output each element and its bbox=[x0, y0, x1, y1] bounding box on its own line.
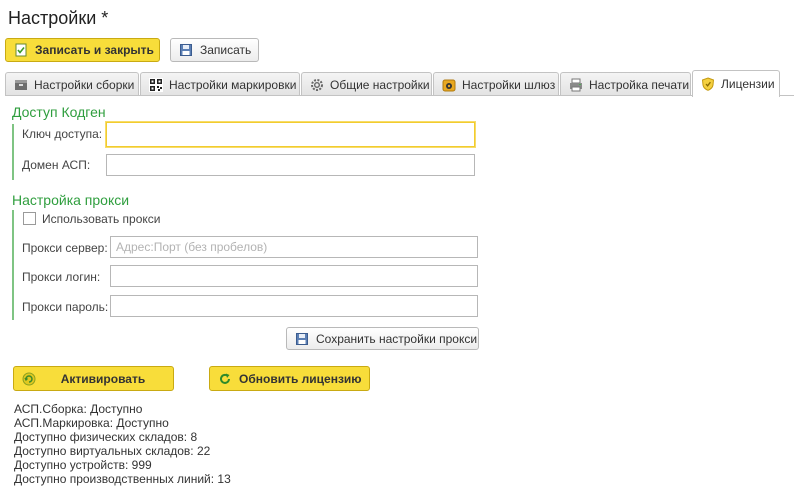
box-icon bbox=[14, 78, 28, 92]
printer-icon bbox=[569, 78, 583, 92]
tab-label: Общие настройки bbox=[330, 77, 430, 92]
proxy-login-input[interactable] bbox=[110, 265, 478, 287]
license-info-line: АСП.Маркировка: Доступно bbox=[14, 416, 169, 430]
gear-icon bbox=[310, 78, 324, 92]
qr-code-icon bbox=[149, 77, 163, 92]
refresh-license-label: Обновить лицензию bbox=[239, 371, 362, 386]
save-and-close-button[interactable]: Записать и закрыть bbox=[5, 38, 160, 62]
use-proxy-label: Использовать прокси bbox=[42, 212, 161, 226]
tab-gateway-settings[interactable]: Настройки шлюз bbox=[433, 72, 559, 96]
access-key-input[interactable] bbox=[106, 122, 475, 147]
license-info-line: АСП.Сборка: Доступно bbox=[14, 402, 143, 416]
activate-button[interactable]: Активировать bbox=[13, 366, 174, 391]
access-section-title: Доступ Кодген bbox=[12, 104, 106, 120]
document-check-icon bbox=[14, 43, 28, 57]
access-section-bar bbox=[12, 124, 14, 180]
proxy-section-bar bbox=[12, 210, 14, 320]
tab-build-settings[interactable]: Настройки сборки bbox=[5, 72, 139, 96]
proxy-password-input[interactable] bbox=[110, 295, 478, 317]
access-key-label: Ключ доступа: bbox=[22, 127, 103, 141]
proxy-server-input[interactable] bbox=[110, 236, 478, 258]
tab-label: Лицензии bbox=[721, 77, 775, 91]
tab-marking-settings[interactable]: Настройки маркировки bbox=[140, 72, 300, 96]
proxy-server-label: Прокси сервер: bbox=[22, 241, 108, 255]
window-title: Настройки * bbox=[8, 8, 109, 28]
floppy-disk-icon bbox=[179, 43, 193, 57]
use-proxy-checkbox[interactable] bbox=[23, 212, 36, 225]
refresh-license-button[interactable]: Обновить лицензию bbox=[209, 366, 370, 391]
tab-label: Настройки маркировки bbox=[169, 77, 297, 92]
license-info-line: Доступно устройств: 999 bbox=[14, 458, 152, 472]
save-label: Записать bbox=[200, 43, 252, 57]
gateway-icon bbox=[442, 78, 456, 92]
save-proxy-settings-button[interactable]: Сохранить настройки прокси bbox=[286, 327, 479, 350]
domain-label: Домен АСП: bbox=[22, 158, 91, 172]
license-info-line: Доступно физических складов: 8 bbox=[14, 430, 198, 444]
save-and-close-label: Записать и закрыть bbox=[35, 43, 154, 57]
tab-general-settings[interactable]: Общие настройки bbox=[301, 72, 432, 96]
domain-input[interactable] bbox=[106, 154, 475, 176]
tab-label: Настройки шлюз bbox=[462, 77, 556, 92]
tab-bar: Настройки сборки Настройки маркировки Об… bbox=[5, 70, 794, 97]
license-info-line: Доступно виртуальных складов: 22 bbox=[14, 444, 211, 458]
proxy-login-label: Прокси логин: bbox=[22, 270, 101, 284]
save-proxy-settings-label: Сохранить настройки прокси bbox=[316, 331, 478, 346]
activate-label: Активировать bbox=[60, 371, 146, 386]
tab-label: Настройка печати bbox=[589, 77, 690, 92]
shield-icon bbox=[701, 77, 715, 91]
tab-print-settings[interactable]: Настройка печати bbox=[560, 72, 691, 96]
proxy-section-title: Настройка прокси bbox=[12, 192, 130, 208]
tab-label: Настройки сборки bbox=[34, 77, 135, 92]
proxy-password-label: Прокси пароль: bbox=[22, 300, 109, 314]
refresh-icon bbox=[218, 372, 232, 386]
tab-divider bbox=[5, 95, 794, 96]
license-info-line: Доступно производственных линий: 13 bbox=[14, 472, 231, 486]
refresh-circle-icon bbox=[22, 372, 36, 386]
tab-licenses[interactable]: Лицензии bbox=[692, 70, 780, 97]
save-button[interactable]: Записать bbox=[170, 38, 259, 62]
floppy-disk-icon bbox=[295, 332, 309, 346]
